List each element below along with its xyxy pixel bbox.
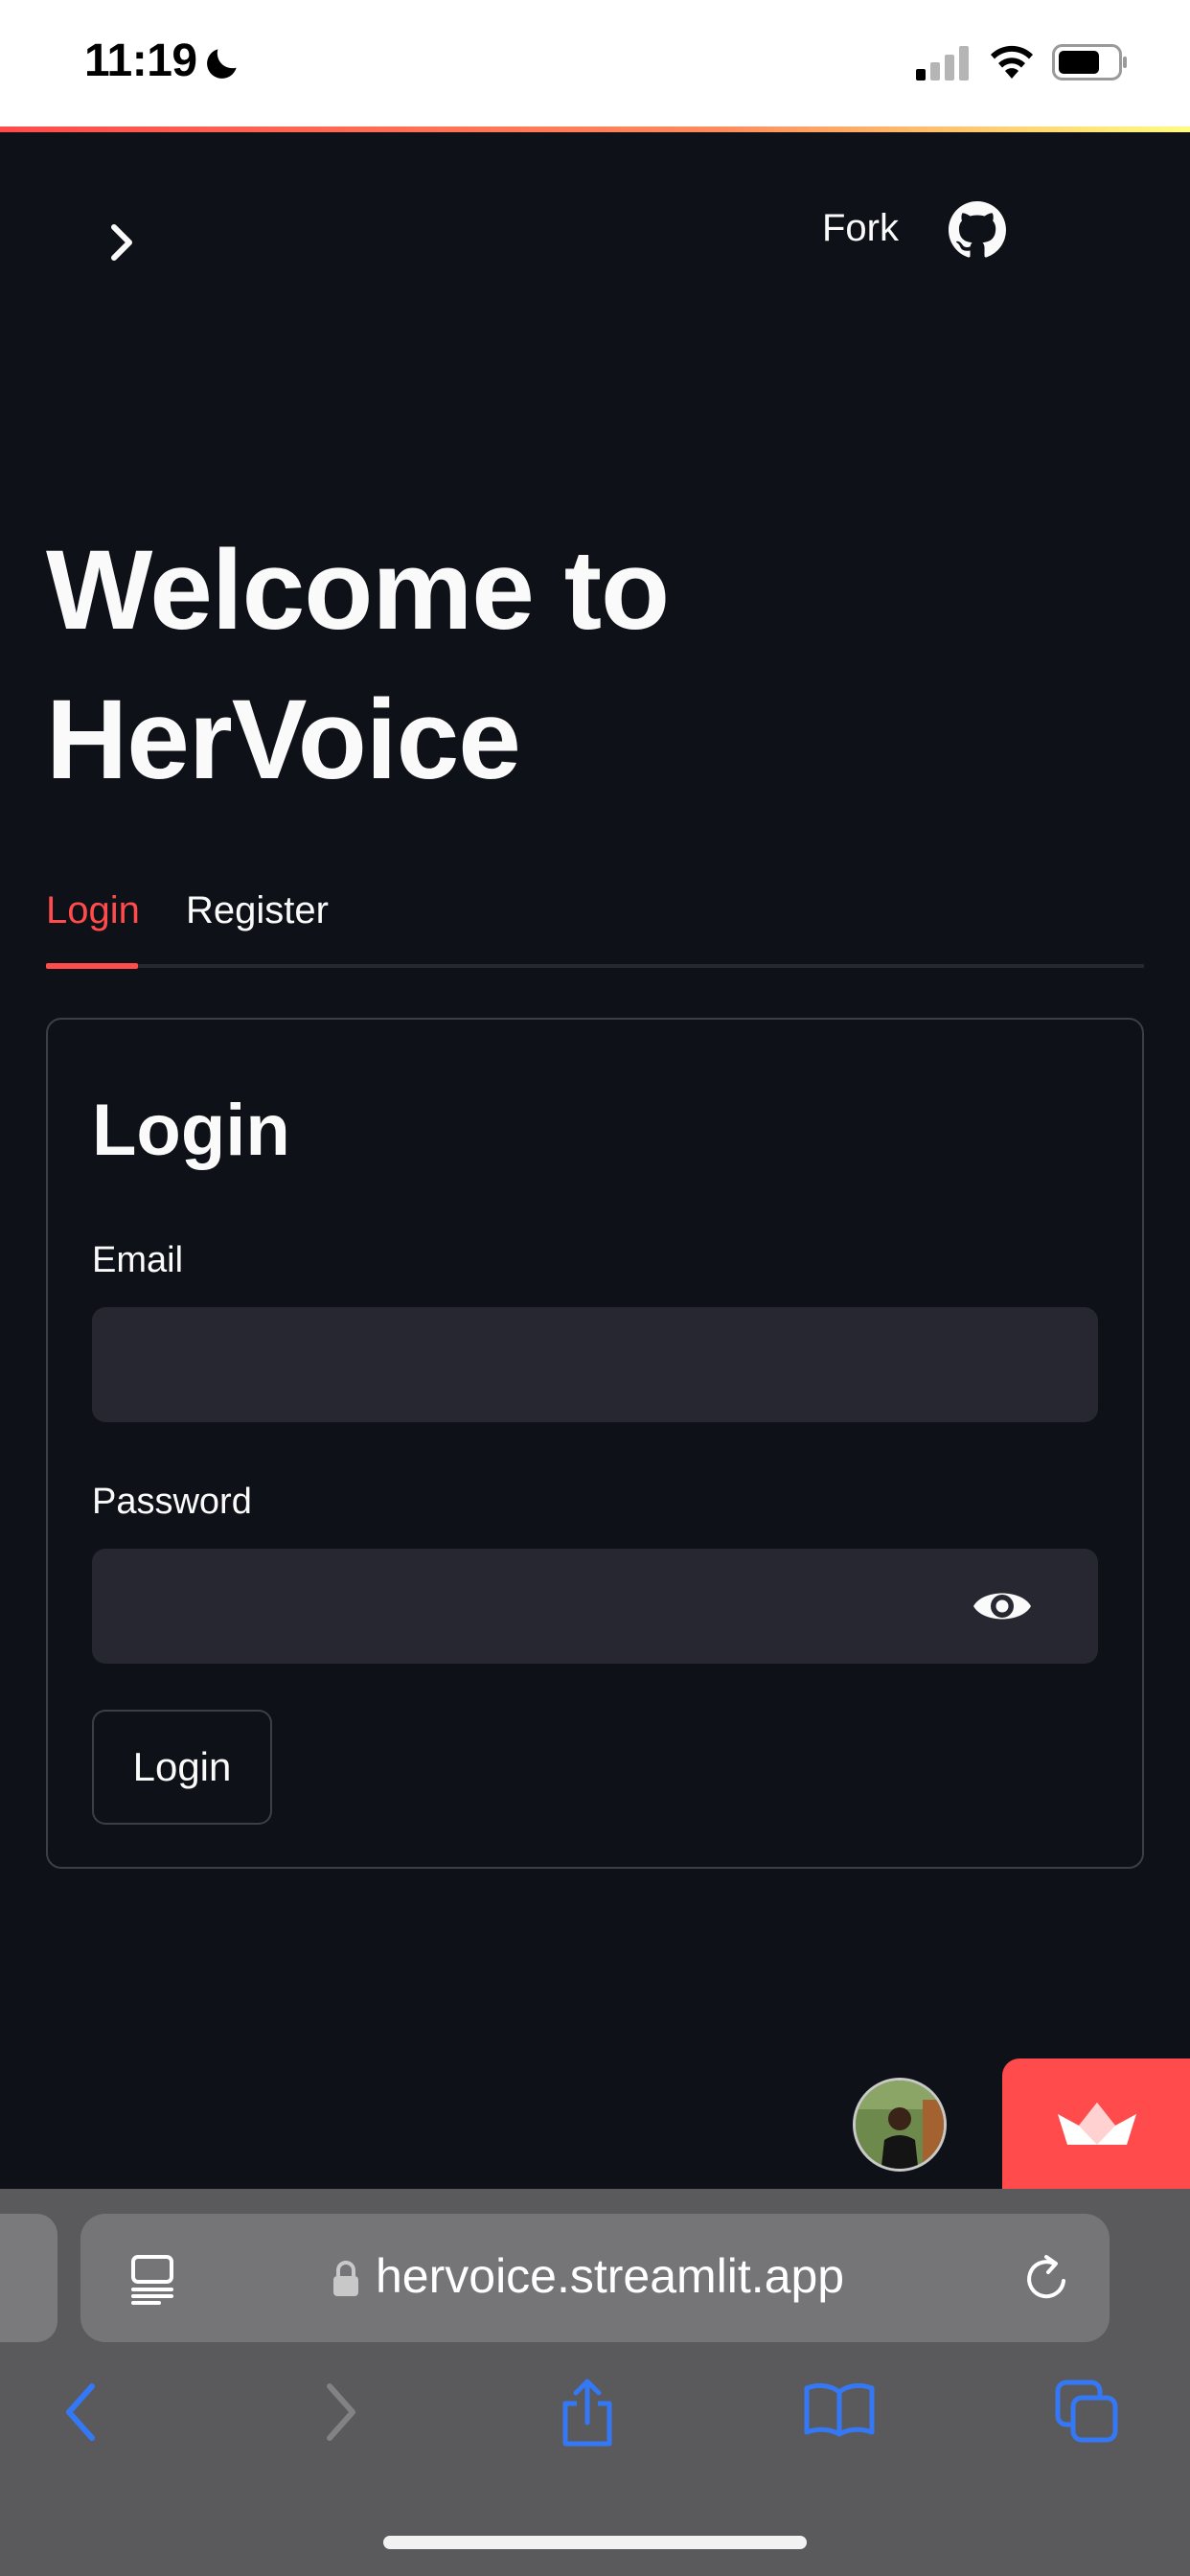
login-submit-button[interactable]: Login <box>92 1710 272 1825</box>
tab-track <box>46 964 1144 968</box>
status-time: 11:19 <box>84 35 197 86</box>
back-icon[interactable] <box>56 2379 109 2446</box>
url-text[interactable]: hervoice.streamlit.app <box>376 2248 844 2304</box>
tabs-icon[interactable] <box>1054 2379 1121 2446</box>
bookmarks-icon[interactable] <box>803 2379 876 2438</box>
battery-icon <box>1052 44 1127 80</box>
tab-active-indicator <box>46 963 138 969</box>
password-label: Password <box>92 1482 252 1522</box>
home-indicator <box>383 2536 807 2549</box>
page-title-line2: HerVoice <box>46 677 521 803</box>
sidebar-toggle-button[interactable] <box>88 209 155 276</box>
app-decoration-stripe <box>0 126 1190 132</box>
creator-avatar[interactable] <box>853 2078 947 2172</box>
chevron-right-icon <box>111 224 132 261</box>
email-field[interactable] <box>92 1307 1098 1422</box>
previous-tab-stub[interactable] <box>0 2214 57 2342</box>
moon-icon <box>207 49 237 79</box>
avatar-photo <box>856 2081 944 2169</box>
wifi-icon <box>991 45 1033 79</box>
form-title: Login <box>92 1090 290 1171</box>
page-title: Welcome to HerVoice <box>46 516 1004 815</box>
page-title-line1: Welcome to <box>46 527 670 654</box>
streamlit-crown-icon <box>1058 2103 1136 2145</box>
github-icon[interactable] <box>949 201 1006 259</box>
signal-icon <box>916 46 969 80</box>
reload-icon[interactable] <box>1019 2252 1073 2306</box>
email-label: Email <box>92 1240 184 1280</box>
share-icon[interactable] <box>558 2379 617 2448</box>
password-field[interactable] <box>92 1549 1098 1664</box>
lock-icon <box>333 2261 358 2296</box>
tab-login[interactable]: Login <box>46 872 140 949</box>
reader-icon[interactable] <box>128 2254 176 2306</box>
tab-bar: Login Register <box>46 872 1144 972</box>
fork-button[interactable]: Fork <box>822 207 899 250</box>
eye-icon[interactable] <box>972 1581 1033 1631</box>
forward-icon[interactable] <box>312 2379 366 2446</box>
tab-register[interactable]: Register <box>186 872 329 949</box>
